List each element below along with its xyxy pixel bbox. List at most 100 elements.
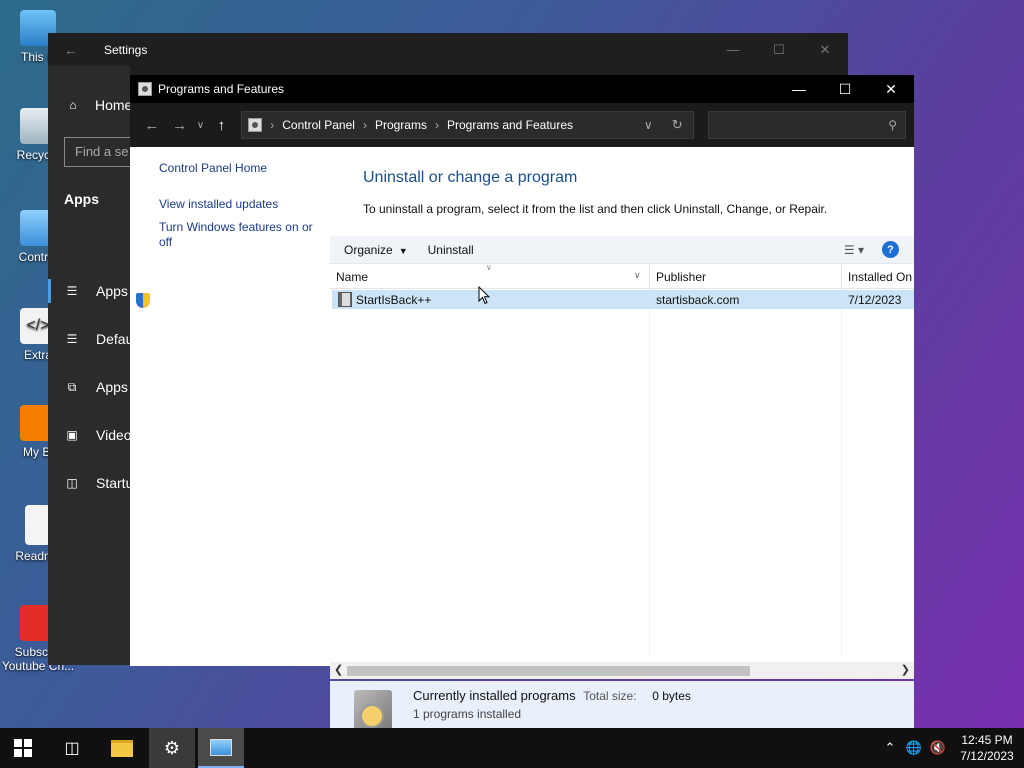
link-windows-features[interactable]: Turn Windows features on or off (159, 220, 319, 250)
settings-search-input[interactable]: Find a se (64, 137, 130, 167)
help-icon[interactable]: ? (882, 241, 899, 258)
home-icon: ⌂ (69, 98, 77, 112)
programs-box-icon (354, 690, 392, 732)
task-view-icon: ◫ (64, 740, 80, 757)
control-panel-icon (210, 738, 232, 756)
program-icon (338, 292, 352, 307)
address-bar: ← → ∨ ↑ › Control Panel › Programs › Pro… (130, 103, 914, 147)
chevron-right-icon: › (270, 118, 275, 132)
column-divider[interactable] (841, 265, 842, 289)
link-control-panel-home[interactable]: Control Panel Home (159, 161, 267, 176)
breadcrumb-programs-features[interactable]: Programs and Features (447, 118, 573, 132)
view-options-icon[interactable]: ☰ ▾ (844, 243, 864, 257)
start-button[interactable] (0, 728, 46, 768)
up-arrow-icon[interactable]: ↑ (207, 117, 235, 134)
programs-count: 1 programs installed (413, 707, 522, 721)
cp-titlebar: Programs and Features — ☐ ✕ (130, 75, 914, 103)
programs-features-window: Programs and Features — ☐ ✕ ← → ∨ ↑ › Co… (130, 75, 914, 738)
horizontal-scrollbar[interactable]: ❮ ❯ (330, 662, 914, 679)
column-filter-icon[interactable]: ∨ (634, 270, 641, 281)
instructions-text: To uninstall a program, select it from t… (363, 202, 828, 216)
section-heading: Apps (64, 191, 99, 207)
column-publisher[interactable]: Publisher (656, 270, 706, 284)
column-gridline (841, 289, 842, 657)
settings-sidebar: ⌂ Home Find a se Apps ☰ Apps ☰ Defau ⧉ A… (48, 66, 130, 665)
caret-down-icon: ▼ (398, 245, 408, 256)
details-title-line: Currently installed programs Total size:… (413, 688, 691, 703)
mouse-cursor-icon (478, 286, 490, 305)
nav-apps-websites[interactable]: ⧉ Apps (64, 379, 128, 395)
page-title: Uninstall or change a program (363, 169, 578, 186)
nav-home[interactable]: ⌂ Home (65, 97, 130, 113)
organize-button[interactable]: Organize ▼ (344, 243, 408, 257)
nav-home-label: Home (95, 97, 130, 113)
search-icon: ⚲ (888, 118, 898, 132)
maximize-button[interactable]: ☐ (822, 75, 868, 103)
list-icon: ☰ (66, 284, 78, 298)
link-view-installed-updates[interactable]: View installed updates (159, 197, 278, 212)
total-size-value: 0 bytes (652, 689, 691, 703)
column-name[interactable]: Name (336, 270, 368, 284)
cp-window-controls: — ☐ ✕ (776, 75, 914, 103)
gear-icon: ⚙ (163, 737, 181, 758)
default-apps-icon: ☰ (66, 332, 78, 346)
breadcrumb[interactable]: › Control Panel › Programs › Programs an… (241, 111, 694, 139)
control-panel-icon (138, 82, 152, 96)
uninstall-button[interactable]: Uninstall (428, 243, 474, 257)
recent-locations-icon[interactable]: ∨ (194, 120, 208, 131)
startup-icon: ◫ (66, 476, 78, 490)
nav-label: Apps (96, 283, 128, 299)
nav-video-playback[interactable]: ▣ Video (64, 427, 130, 443)
details-title: Currently installed programs (413, 688, 576, 703)
search-input[interactable]: ⚲ (707, 111, 907, 139)
close-button[interactable]: ✕ (868, 75, 914, 103)
column-installed-on[interactable]: Installed On (848, 270, 912, 284)
nav-startup[interactable]: ◫ Startu (64, 475, 130, 491)
breadcrumb-control-panel[interactable]: Control Panel (282, 118, 355, 132)
chevron-down-icon[interactable]: ∨ (644, 118, 653, 132)
clock[interactable]: 12:45 PM 7/12/2023 (950, 732, 1024, 764)
minimize-button[interactable]: — (776, 75, 822, 103)
back-arrow-icon[interactable]: ← (64, 42, 78, 58)
taskbar-settings[interactable]: ⚙ (149, 728, 195, 768)
chevron-right-icon: › (362, 118, 367, 132)
nav-apps-features[interactable]: ☰ Apps (64, 283, 128, 299)
program-installed-on: 7/12/2023 (848, 293, 902, 307)
taskbar-control-panel[interactable] (198, 728, 244, 768)
nav-default-apps[interactable]: ☰ Defau (64, 331, 130, 347)
open-in-icon: ⧉ (67, 380, 77, 394)
forward-icon[interactable]: → (166, 117, 194, 134)
task-view-button[interactable]: ◫ (49, 728, 95, 768)
scroll-left-icon[interactable]: ❮ (334, 663, 343, 676)
nav-label: Video (96, 427, 130, 443)
chevron-up-icon[interactable]: ⌃ (878, 740, 902, 756)
network-globe-icon[interactable]: 🌐 (902, 740, 926, 756)
taskbar-file-explorer[interactable] (99, 728, 145, 768)
close-button[interactable]: ✕ (802, 33, 848, 66)
settings-title: Settings (104, 42, 148, 57)
table-row[interactable]: StartIsBack++ startisback.com 7/12/2023 (332, 290, 914, 309)
maximize-button[interactable]: ☐ (756, 33, 802, 66)
program-publisher: startisback.com (656, 293, 740, 307)
shield-icon (136, 293, 150, 308)
clock-time: 12:45 PM (961, 733, 1013, 747)
organize-label: Organize (344, 242, 393, 257)
cp-title: Programs and Features (158, 82, 285, 96)
command-bar: Organize ▼ Uninstall ☰ ▾ ? (330, 236, 914, 264)
nav-label: Startu (96, 475, 130, 491)
column-divider[interactable] (649, 265, 650, 289)
column-gridline (649, 289, 650, 657)
windows-logo-icon (14, 739, 32, 757)
program-name: StartIsBack++ (356, 293, 432, 307)
back-icon[interactable]: ← (138, 117, 166, 134)
minimize-button[interactable]: — (710, 33, 756, 66)
column-headers: ∨ Name ∨ Publisher Installed On (330, 263, 914, 289)
scroll-right-icon[interactable]: ❯ (901, 663, 910, 676)
breadcrumb-programs[interactable]: Programs (375, 118, 427, 132)
sort-indicator-icon: ∨ (486, 263, 492, 272)
video-icon: ▣ (66, 428, 78, 442)
speaker-muted-icon[interactable]: 🔇 (926, 740, 950, 756)
control-panel-icon (248, 118, 263, 132)
scrollbar-thumb[interactable] (347, 666, 750, 676)
refresh-icon[interactable]: ↻ (672, 117, 683, 133)
